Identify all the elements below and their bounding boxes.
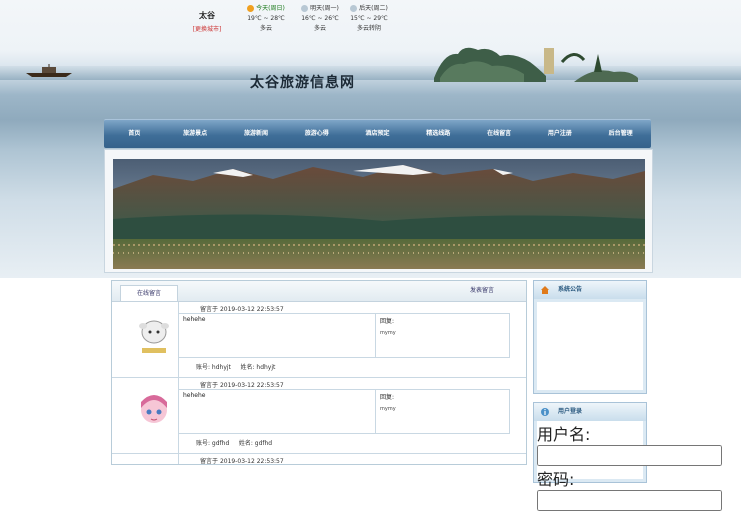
cloud-icon (350, 5, 358, 12)
banner-image (113, 159, 645, 269)
nav-routes[interactable]: 精选线路 (408, 120, 469, 148)
weather-day-label: 明天(周一) (310, 5, 339, 12)
message-item: 留言于 2019-03-12 22:53:57 hehehe 回复: mymy … (112, 378, 526, 454)
notice-header: 系统公告 (534, 281, 646, 299)
tab-guestbook[interactable]: 在线留言 (120, 285, 178, 301)
main-nav: 首页 旅游景点 旅游新闻 旅游心得 酒店预定 精选线路 在线留言 用户注册 后台… (104, 119, 651, 148)
post-message-link[interactable]: 发表留言 (470, 281, 494, 301)
nav-attractions[interactable]: 旅游景点 (165, 120, 226, 148)
weather-city: 太谷 [更换城市] (188, 4, 226, 33)
message-author: 账号: hdhyjt 姓名: hdhyjt (196, 364, 276, 371)
avatar-cell (122, 378, 179, 453)
login-form: 用户名: 密码: (537, 421, 722, 511)
weather-cond: 多云转阴 (356, 25, 381, 32)
guestbook-panel: 在线留言 发表留言 留言于 2019-03-12 22:53:57 hehehe… (111, 280, 527, 465)
nav-hotel-booking[interactable]: 酒店预定 (347, 120, 408, 148)
weather-cond: 多云 (259, 25, 272, 32)
avatar-cell (122, 454, 179, 464)
message-time: 留言于 2019-03-12 22:53:57 (200, 458, 284, 465)
reply-text: mymy (380, 406, 396, 412)
weather-day-after: 后天(周二) 15℃ ~ 29℃ 多云转阴 (339, 4, 399, 34)
nav-news[interactable]: 旅游新闻 (226, 120, 287, 148)
message-reply: 回复: mymy (376, 389, 510, 434)
message-item: 留言于 2019-03-12 22:53:57 hehehe 回复: (112, 454, 526, 465)
reply-text: mymy (380, 330, 396, 336)
sidebar: 系统公告 用户登录 用户名: 密码: (533, 280, 722, 511)
message-time: 留言于 2019-03-12 22:53:57 (200, 306, 284, 313)
cloud-icon (301, 5, 309, 12)
notice-title: 系统公告 (558, 286, 583, 293)
reply-label: 回复: (380, 394, 395, 401)
nav-experiences[interactable]: 旅游心得 (286, 120, 347, 148)
username-label: 用户名: (537, 425, 591, 444)
message-content: hehehe (178, 389, 376, 434)
nav-register[interactable]: 用户注册 (529, 120, 590, 148)
weather-temp: 15℃ ~ 29℃ (350, 15, 388, 22)
guestbook-tabbar: 在线留言 发表留言 (112, 281, 526, 302)
login-title: 用户登录 (558, 408, 583, 415)
message-item: 留言于 2019-03-12 22:53:57 hehehe 回复: mymy … (112, 302, 526, 378)
weather-day-label: 后天(周二) (359, 5, 388, 12)
message-author: 账号: gdfhd 姓名: gdfhd (196, 440, 273, 447)
weather-day-label: 今天(周日) (256, 5, 285, 12)
avatar-cell (122, 302, 179, 377)
info-icon (541, 408, 549, 416)
password-label: 密码: (537, 470, 575, 489)
nav-guestbook[interactable]: 在线留言 (469, 120, 530, 148)
notice-box: 系统公告 (533, 280, 647, 394)
message-reply: 回复: mymy (376, 313, 510, 358)
message-content: hehehe (178, 313, 376, 358)
message-time: 留言于 2019-03-12 22:53:57 (200, 382, 284, 389)
notice-body (537, 302, 643, 390)
boat-image (26, 64, 72, 77)
nav-home[interactable]: 首页 (104, 120, 165, 148)
site-title: 太谷旅游信息网 (250, 75, 355, 91)
reply-label: 回复: (380, 318, 395, 325)
login-header: 用户登录 (534, 403, 646, 421)
weather-today: 今天(周日) 19℃ ~ 28℃ 多云 (236, 4, 296, 34)
island-image (434, 47, 638, 82)
nav-admin[interactable]: 后台管理 (590, 120, 651, 148)
password-input[interactable] (537, 490, 722, 511)
change-city-link[interactable]: [更换城市] (188, 24, 226, 33)
home-icon (541, 286, 549, 294)
avatar (139, 320, 169, 353)
avatar (141, 395, 167, 423)
city-name: 太谷 (199, 11, 215, 20)
weather-temp: 19℃ ~ 28℃ (247, 15, 285, 22)
login-box: 用户登录 用户名: 密码: (533, 402, 722, 511)
sun-icon (247, 5, 255, 12)
